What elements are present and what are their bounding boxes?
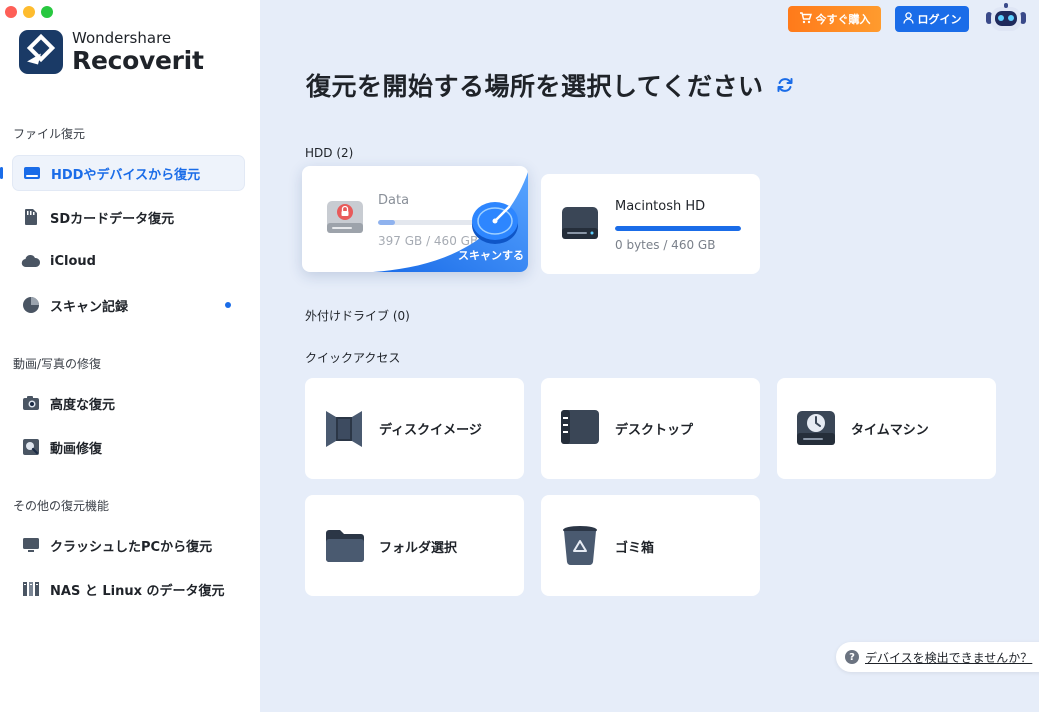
quick-item-label: デスクトップ (615, 423, 694, 438)
brand-line2: Recoverit (72, 46, 204, 75)
camera-icon (21, 393, 41, 413)
pie-chart-icon (21, 295, 41, 315)
section-title-file-recovery: ファイル復元 (13, 127, 86, 141)
quick-item-label: タイムマシン (851, 423, 929, 438)
sidebar-item-advanced-recovery[interactable]: 高度な復元 (12, 385, 245, 421)
monitor-icon (21, 535, 41, 555)
main-panel: 今すぐ購入 ログイン 復元を開始する場所を選択してください HDD (2) Da… (260, 0, 1039, 712)
quick-item-time-machine[interactable]: タイムマシン (777, 378, 996, 479)
sidebar-item-label: スキャン記録 (50, 299, 129, 315)
scan-overlay[interactable]: スキャンする (353, 172, 528, 272)
time-machine-icon (796, 409, 836, 451)
external-group-label: 外付けドライブ (0) (305, 309, 410, 323)
sidebar-item-video-repair[interactable]: 動画修復 (12, 429, 245, 465)
page-title: 復元を開始する場所を選択してください (306, 72, 764, 101)
hdd-group-label: HDD (2) (305, 146, 354, 160)
user-icon (902, 11, 914, 27)
zoom-window-button[interactable] (41, 6, 53, 18)
sidebar-item-label: 高度な復元 (50, 397, 116, 413)
section-title-video-photo-repair: 動画/写真の修復 (13, 357, 102, 371)
minimize-window-button[interactable] (23, 6, 35, 18)
sidebar-item-label: クラッシュしたPCから復元 (50, 539, 213, 555)
section-title-other-recovery: その他の復元機能 (13, 499, 110, 513)
drive-usage-fill (615, 226, 741, 231)
device-not-detected-help[interactable]: ? デバイスを検出できませんか？ (836, 642, 1039, 672)
refresh-icon[interactable] (776, 76, 794, 94)
close-window-button[interactable] (5, 6, 17, 18)
sidebar-item-label: HDDやデバイスから復元 (51, 167, 201, 183)
app-logo: Wondershare Recoverit (19, 30, 204, 74)
drive-card-data[interactable]: Data 397 GB / 460 GB スキャンする (302, 166, 528, 272)
disk-image-icon (324, 409, 364, 453)
cloud-icon (21, 251, 41, 271)
hard-drive-icon (561, 206, 599, 244)
sidebar-item-sd-card[interactable]: SDカードデータ復元 (12, 199, 245, 235)
drive-size: 0 bytes / 460 GB (615, 238, 716, 252)
notification-dot (225, 302, 231, 308)
quick-item-disk-image[interactable]: ディスクイメージ (305, 378, 524, 479)
sidebar-item-nas-linux[interactable]: NAS と Linux のデータ復元 (12, 571, 245, 607)
assistant-robot-icon[interactable] (984, 3, 1028, 35)
active-indicator (0, 167, 3, 179)
login-label: ログイン (917, 13, 962, 26)
drive-name: Macintosh HD (615, 199, 706, 214)
trash-icon (561, 524, 599, 570)
sidebar-item-scan-history[interactable]: スキャン記録 (12, 287, 245, 323)
radar-scan-icon (471, 199, 523, 249)
sidebar-item-hdd[interactable]: HDDやデバイスから復元 (12, 155, 245, 191)
quick-item-select-folder[interactable]: フォルダ選択 (305, 495, 524, 596)
sidebar-item-label: NAS と Linux のデータ復元 (50, 583, 225, 599)
sidebar-item-label: iCloud (50, 253, 96, 269)
quick-item-label: ゴミ箱 (615, 541, 655, 556)
quick-item-label: ディスクイメージ (379, 423, 482, 438)
sidebar-item-icloud[interactable]: iCloud (12, 243, 245, 279)
folder-icon (324, 525, 366, 569)
sidebar: Wondershare Recoverit ファイル復元 HDDやデバイスから復… (0, 0, 260, 712)
quick-item-desktop[interactable]: デスクトップ (541, 378, 760, 479)
window-controls (5, 6, 53, 18)
drive-usage-bar (615, 226, 741, 231)
cart-icon (799, 11, 812, 27)
hard-drive-icon (22, 163, 42, 183)
login-button[interactable]: ログイン (895, 6, 969, 32)
nas-icon (21, 579, 41, 599)
drive-card-macintosh-hd[interactable]: Macintosh HD 0 bytes / 460 GB (541, 174, 760, 274)
question-icon: ? (845, 650, 859, 664)
sidebar-item-crashed-pc[interactable]: クラッシュしたPCから復元 (12, 527, 245, 563)
desktop-icon (560, 409, 600, 451)
help-link[interactable]: デバイスを検出できませんか？ (865, 649, 1032, 666)
sidebar-item-label: SDカードデータ復元 (50, 211, 175, 227)
buy-now-label: 今すぐ購入 (815, 13, 871, 26)
recoverit-logo-icon (19, 30, 63, 74)
scan-action-label: スキャンする (458, 249, 524, 262)
quick-item-trash[interactable]: ゴミ箱 (541, 495, 760, 596)
buy-now-button[interactable]: 今すぐ購入 (788, 6, 881, 32)
video-repair-icon (21, 437, 41, 457)
sd-card-icon (21, 207, 41, 227)
quick-access-label: クイックアクセス (305, 351, 401, 365)
sidebar-item-label: 動画修復 (50, 441, 103, 457)
brand-line1: Wondershare (72, 29, 172, 47)
quick-item-label: フォルダ選択 (379, 541, 458, 556)
